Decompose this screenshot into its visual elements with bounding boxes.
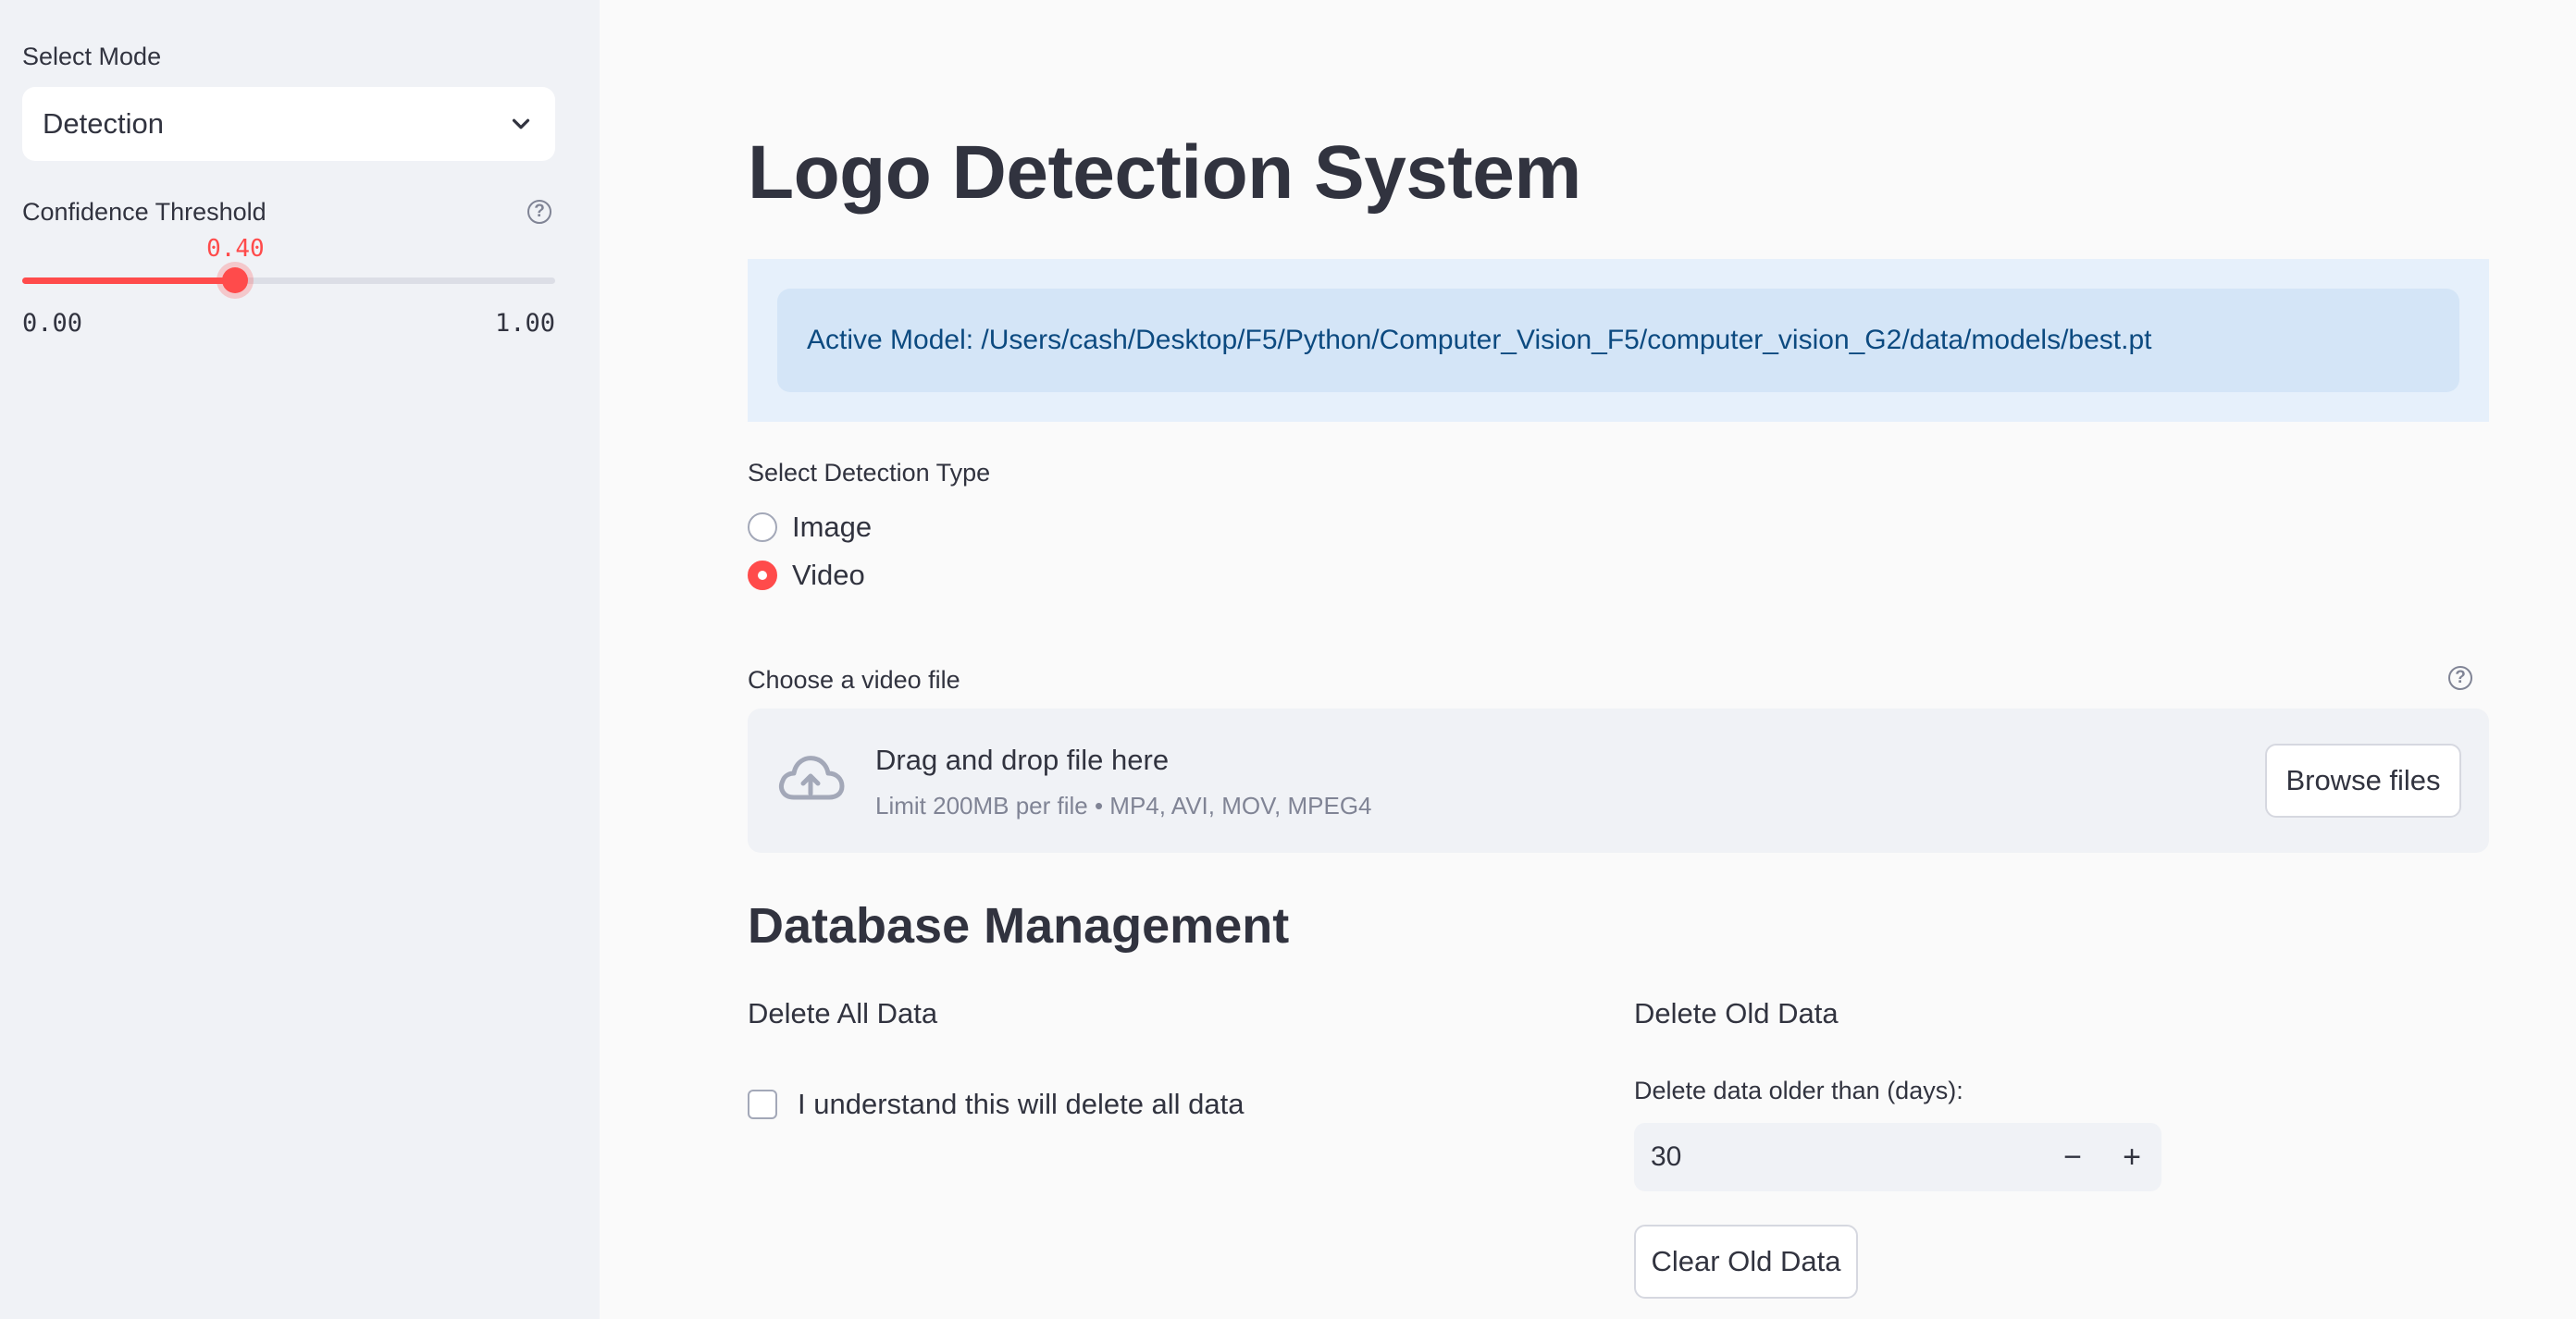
cloud-upload-icon [779, 756, 845, 800]
slider-thumb[interactable] [222, 267, 249, 293]
threshold-max: 1.00 [494, 309, 555, 338]
threshold-slider[interactable] [22, 267, 555, 293]
slider-fill [22, 277, 236, 284]
delete-all-heading: Delete All Data [748, 997, 938, 1029]
days-value[interactable]: 30 [1651, 1141, 1681, 1173]
days-number-input[interactable]: 30 − + [1634, 1123, 2161, 1191]
file-dropzone[interactable]: Drag and drop file here Limit 200MB per … [748, 709, 2489, 853]
detection-type-label: Select Detection Type [748, 459, 991, 487]
radio-video-circle[interactable] [748, 561, 777, 590]
help-icon[interactable]: ? [2448, 666, 2472, 690]
radio-image-circle[interactable] [748, 512, 777, 542]
radio-video[interactable]: Video [748, 559, 865, 592]
clear-old-data-button[interactable]: Clear Old Data [1634, 1225, 1858, 1299]
active-model-alert: Active Model: /Users/cash/Desktop/F5/Pyt… [777, 289, 2459, 392]
days-label: Delete data older than (days): [1634, 1077, 1963, 1104]
increment-button[interactable]: + [2102, 1123, 2161, 1191]
radio-image-label: Image [792, 511, 873, 543]
radio-image[interactable]: Image [748, 511, 872, 544]
threshold-value: 0.40 [206, 235, 265, 263]
help-icon[interactable]: ? [527, 200, 551, 224]
page-title: Logo Detection System [748, 130, 1581, 215]
delete-old-heading: Delete Old Data [1634, 997, 1839, 1029]
threshold-min: 0.00 [22, 309, 83, 338]
threshold-label: Confidence Threshold [22, 198, 266, 226]
radio-video-label: Video [792, 559, 865, 591]
confirm-delete-label: I understand this will delete all data [798, 1088, 1245, 1120]
mode-select-value: Detection [43, 107, 164, 140]
sidebar: Select Mode Detection Confidence Thresho… [0, 0, 600, 1319]
database-heading: Database Management [748, 898, 1290, 954]
mode-select[interactable]: Detection [22, 87, 555, 161]
info-panel: Active Model: /Users/cash/Desktop/F5/Pyt… [748, 259, 2489, 422]
confirm-delete-checkbox[interactable] [748, 1090, 777, 1119]
browse-files-button[interactable]: Browse files [2265, 744, 2461, 818]
main-content: Logo Detection System Active Model: /Use… [600, 0, 2576, 1319]
decrement-button[interactable]: − [2043, 1123, 2102, 1191]
dropzone-title: Drag and drop file here [875, 744, 1170, 776]
uploader-label: Choose a video file [748, 666, 960, 694]
active-model-text: Active Model: /Users/cash/Desktop/F5/Pyt… [807, 325, 2152, 355]
confirm-delete-row[interactable]: I understand this will delete all data [748, 1088, 1245, 1121]
dropzone-limit: Limit 200MB per file • MP4, AVI, MOV, MP… [875, 792, 1372, 820]
chevron-down-icon [512, 118, 530, 129]
mode-label: Select Mode [22, 43, 162, 70]
